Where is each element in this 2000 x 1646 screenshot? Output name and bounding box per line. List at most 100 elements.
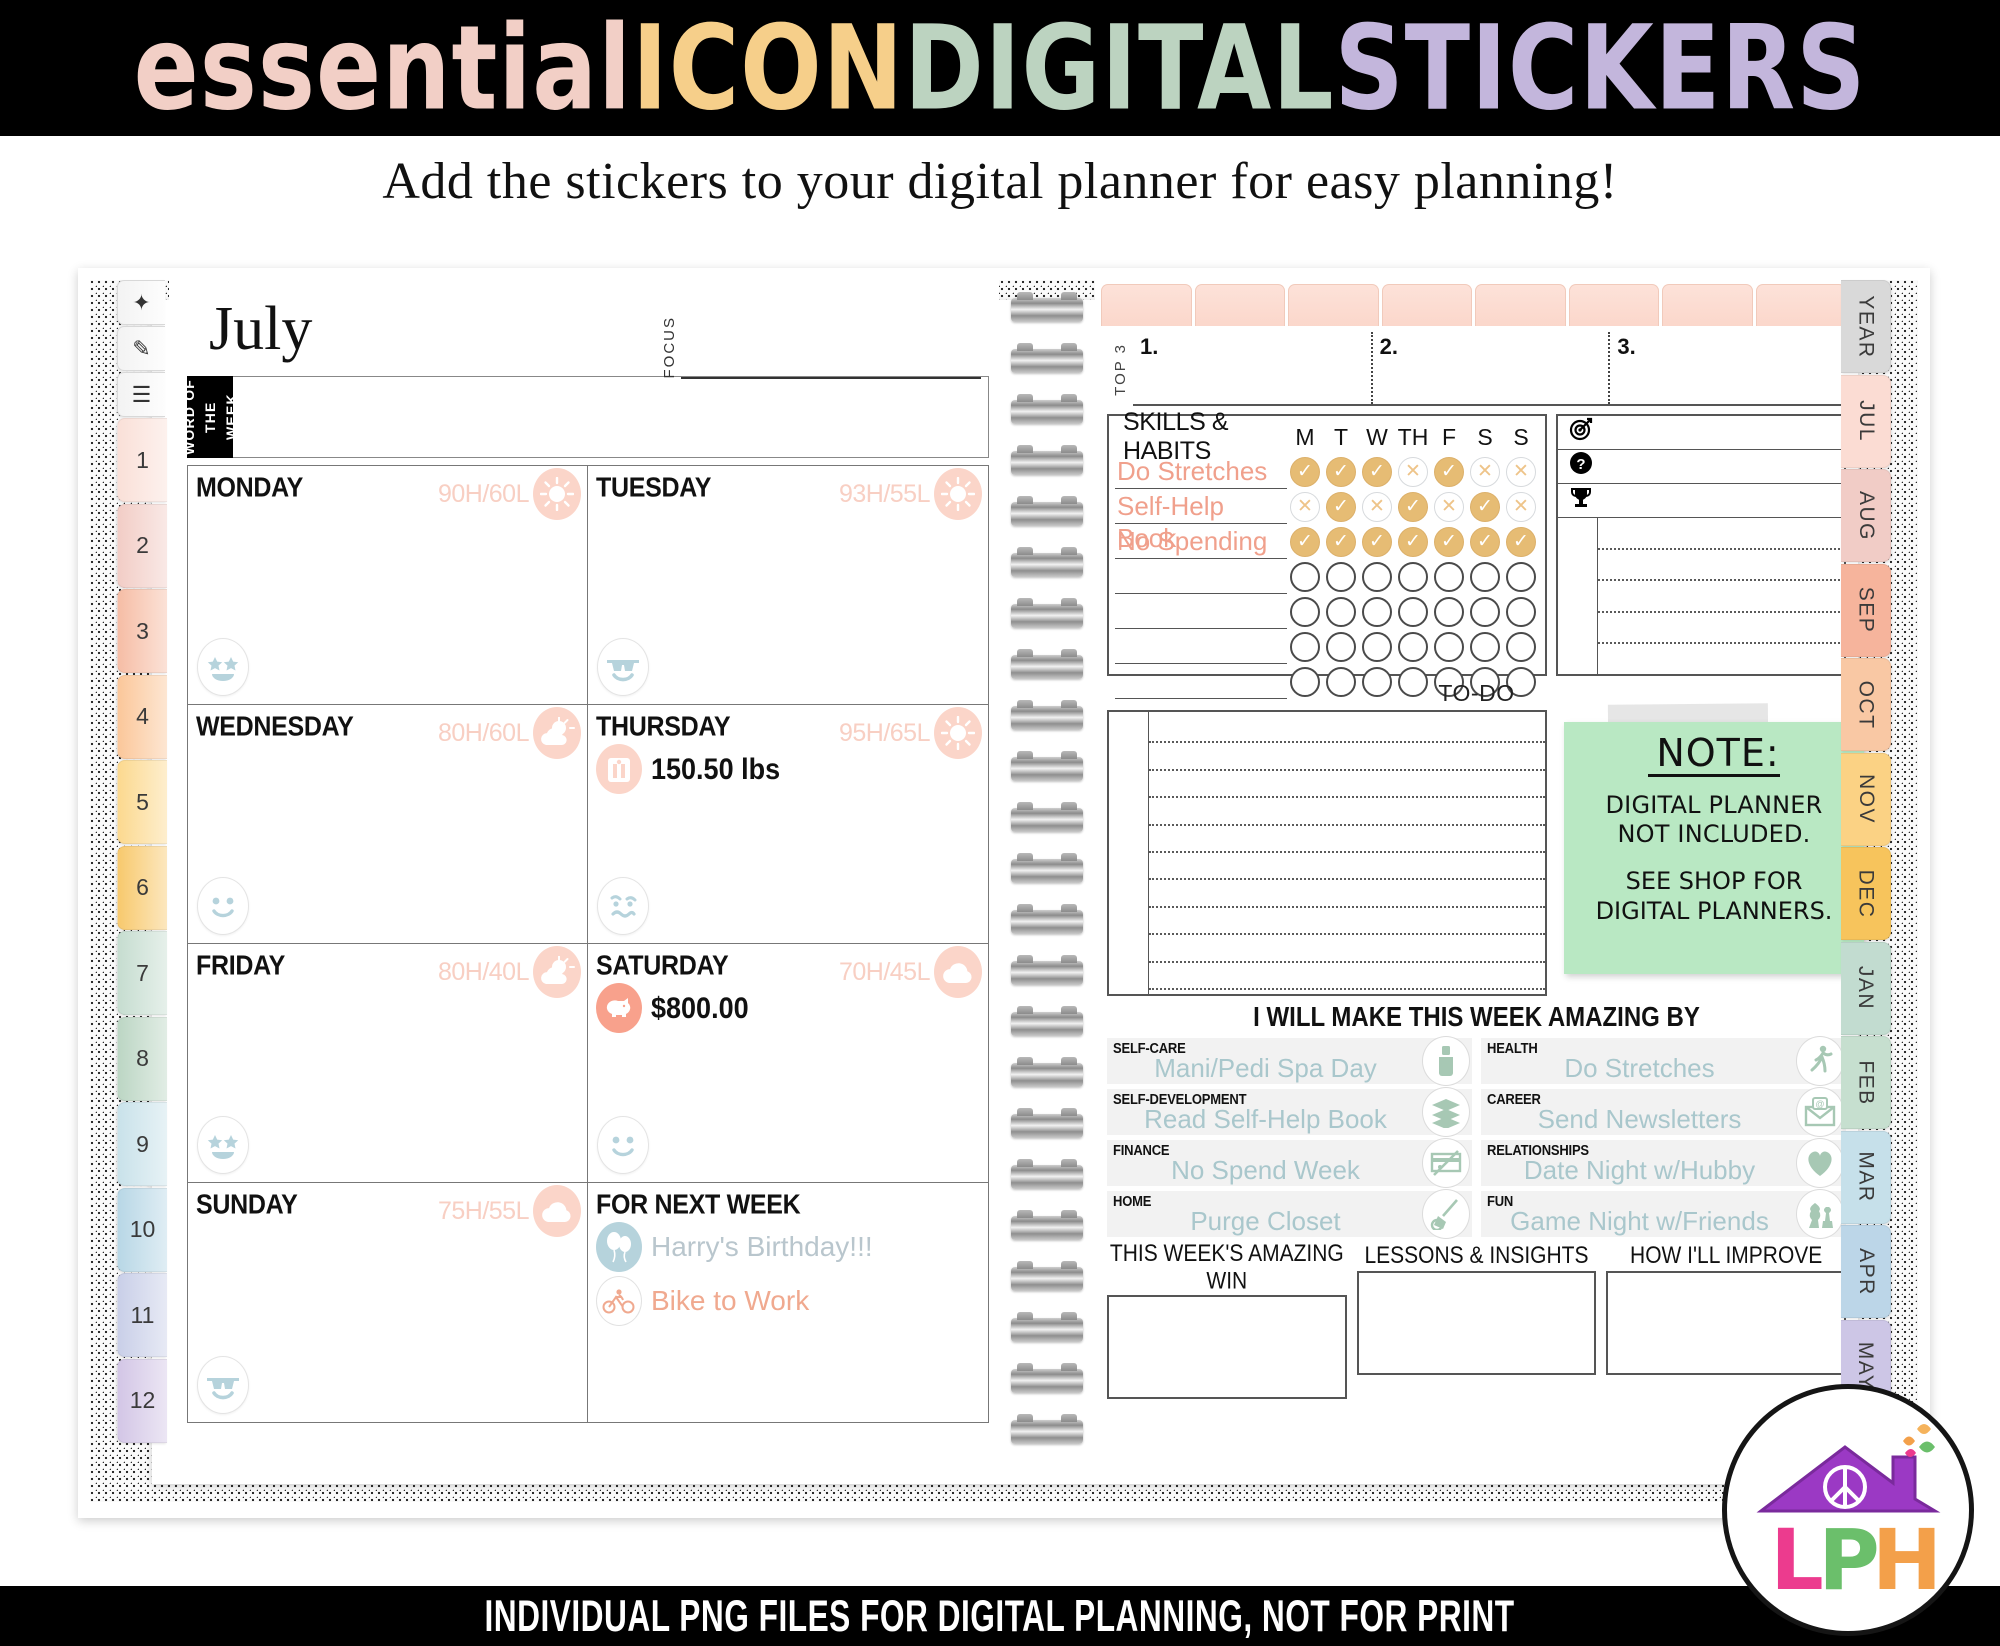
sidebar-list-icon[interactable]: ☰ — [117, 372, 165, 417]
day-item[interactable]: Harry's Birthday!!! — [596, 1222, 980, 1272]
amazing-cell-self-care[interactable]: SELF-CARE Mani/Pedi Spa Day — [1107, 1036, 1472, 1086]
month-tab-aug[interactable]: AUG — [1841, 469, 1891, 562]
habit-mark-cell[interactable] — [1287, 596, 1323, 627]
habit-mark-cell[interactable] — [1287, 631, 1323, 662]
habit-mark-cell[interactable] — [1431, 596, 1467, 627]
top-tab-8[interactable] — [1755, 284, 1846, 326]
habit-mark-cell[interactable]: ✓ — [1395, 526, 1431, 557]
todo-line[interactable] — [1149, 743, 1545, 771]
amazing-cell-relationships[interactable]: RELATIONSHIPS Date Night w/Hubby — [1481, 1138, 1846, 1188]
todo-line[interactable] — [1149, 826, 1545, 854]
habit-row[interactable]: Self-Help Book ✕ ✓ ✕ ✓ ✕ ✓ ✕ — [1115, 489, 1539, 553]
habit-mark-cell[interactable] — [1395, 631, 1431, 662]
sidebar-clipboard-icon[interactable]: ✎ — [117, 326, 165, 371]
month-tab-sep[interactable]: SEP — [1841, 563, 1891, 657]
month-tab-jan[interactable]: JAN — [1841, 941, 1891, 1035]
top-tab-2[interactable] — [1194, 284, 1285, 326]
habit-mark-cell[interactable]: ✓ — [1467, 491, 1503, 522]
habit-mark-cell[interactable] — [1395, 666, 1431, 697]
amazing-cell-health[interactable]: HEALTH Do Stretches — [1481, 1036, 1846, 1086]
todo-line[interactable] — [1149, 798, 1545, 826]
goal-row-target[interactable] — [1558, 416, 1844, 450]
habit-mark-cell[interactable]: ✕ — [1287, 491, 1323, 522]
habit-mark-cell[interactable]: ✓ — [1467, 526, 1503, 557]
goal-note-line[interactable] — [1598, 613, 1844, 645]
number-tab-12[interactable]: 12 — [117, 1358, 167, 1443]
top-tab-5[interactable] — [1475, 284, 1566, 326]
goal-row-question[interactable]: ? — [1558, 450, 1844, 484]
habit-mark-cell[interactable] — [1503, 631, 1539, 662]
habit-mark-cell[interactable] — [1359, 631, 1395, 662]
habit-mark-cell[interactable]: ✓ — [1287, 526, 1323, 557]
number-tab-10[interactable]: 10 — [117, 1187, 167, 1272]
habit-row[interactable] — [1115, 594, 1539, 629]
habit-mark-cell[interactable]: ✓ — [1431, 526, 1467, 557]
habit-mark-cell[interactable] — [1323, 561, 1359, 592]
goal-note-line[interactable] — [1598, 550, 1844, 582]
habit-mark-cell[interactable] — [1431, 561, 1467, 592]
habit-mark-cell[interactable] — [1287, 666, 1323, 697]
month-tab-oct[interactable]: OCT — [1841, 658, 1891, 751]
habit-mark-cell[interactable] — [1467, 631, 1503, 662]
top-tab-6[interactable] — [1568, 284, 1659, 326]
number-tab-5[interactable]: 5 — [117, 760, 167, 844]
habit-mark-cell[interactable]: ✓ — [1359, 456, 1395, 487]
habit-mark-cell[interactable]: ✓ — [1503, 526, 1539, 557]
habit-mark-cell[interactable]: ✕ — [1503, 491, 1539, 522]
day-item[interactable]: Bike to Work — [596, 1276, 980, 1326]
goal-note-line[interactable] — [1598, 581, 1844, 613]
day-cell-tuesday[interactable]: TUESDAY 93H/55L — [588, 466, 988, 705]
todo-line[interactable] — [1149, 771, 1545, 799]
sidebar-compass-icon[interactable]: ✦ — [117, 280, 165, 325]
amazing-cell-self-development[interactable]: SELF-DEVELOPMENT Read Self-Help Book — [1107, 1087, 1472, 1137]
month-tab-feb[interactable]: FEB — [1841, 1036, 1891, 1129]
todo-box[interactable] — [1107, 710, 1547, 996]
number-tab-1[interactable]: 1 — [117, 418, 167, 502]
top3-item-3[interactable]: 3. — [1608, 332, 1846, 404]
top3-grid[interactable]: 1. 2. 3. — [1133, 332, 1846, 406]
habit-mark-cell[interactable] — [1359, 596, 1395, 627]
habit-row[interactable]: Do Stretches ✓ ✓ ✓ ✕ ✓ ✕ ✕ — [1115, 454, 1539, 489]
reflection-input-box[interactable] — [1606, 1271, 1846, 1375]
habit-mark-cell[interactable] — [1323, 666, 1359, 697]
goal-row-trophy[interactable] — [1558, 484, 1844, 518]
day-cell-wednesday[interactable]: WEDNESDAY 80H/60L — [188, 705, 588, 944]
number-tab-9[interactable]: 9 — [117, 1102, 167, 1186]
reflection-input-box[interactable] — [1107, 1295, 1347, 1399]
top-tab-4[interactable] — [1381, 284, 1472, 326]
goal-note-line[interactable] — [1598, 644, 1844, 674]
habit-mark-cell[interactable]: ✓ — [1323, 526, 1359, 557]
habit-mark-cell[interactable] — [1359, 561, 1395, 592]
todo-line[interactable] — [1149, 853, 1545, 881]
habit-mark-cell[interactable]: ✕ — [1359, 491, 1395, 522]
top-tab-3[interactable] — [1288, 284, 1379, 326]
habit-row[interactable] — [1115, 559, 1539, 594]
number-tab-4[interactable]: 4 — [117, 674, 167, 759]
habit-mark-cell[interactable]: ✓ — [1287, 456, 1323, 487]
habit-mark-cell[interactable]: ✓ — [1395, 491, 1431, 522]
todo-line[interactable] — [1149, 880, 1545, 908]
number-tab-3[interactable]: 3 — [117, 589, 167, 673]
month-tab-apr[interactable]: APR — [1841, 1225, 1891, 1318]
habit-row[interactable] — [1115, 629, 1539, 664]
habit-mark-cell[interactable] — [1503, 561, 1539, 592]
amazing-cell-fun[interactable]: FUN Game Night w/Friends — [1481, 1189, 1846, 1239]
focus-input-line[interactable] — [681, 337, 981, 379]
month-number-tab-rail[interactable]: ✦ ✎ ☰ 1 2 3 4 5 6 7 8 9 10 11 12 — [117, 280, 169, 1464]
top-tab-strip[interactable] — [1101, 284, 1846, 326]
top3-item-2[interactable]: 2. — [1370, 332, 1609, 404]
habit-mark-cell[interactable]: ✓ — [1323, 456, 1359, 487]
habit-mark-cell[interactable] — [1503, 596, 1539, 627]
habit-mark-cell[interactable]: ✕ — [1395, 456, 1431, 487]
goal-notes-area[interactable] — [1558, 518, 1844, 674]
habit-mark-cell[interactable]: ✕ — [1503, 456, 1539, 487]
amazing-cell-career[interactable]: CAREER Send Newsletters @ — [1481, 1087, 1846, 1137]
number-tab-7[interactable]: 7 — [117, 931, 167, 1015]
habit-mark-cell[interactable] — [1395, 561, 1431, 592]
number-tab-2[interactable]: 2 — [117, 503, 167, 588]
habit-rows[interactable]: Do Stretches ✓ ✓ ✓ ✕ ✓ ✕ ✕ Self-Help Book ✕ ✓ ✕ ✓ ✕ ✓ ✕… — [1115, 454, 1539, 699]
top-tab-1[interactable] — [1101, 284, 1192, 326]
day-cell-sunday[interactable]: SUNDAY 75H/55L — [188, 1183, 588, 1422]
todo-line[interactable] — [1149, 716, 1545, 744]
amazing-cell-home[interactable]: HOME Purge Closet — [1107, 1189, 1472, 1239]
